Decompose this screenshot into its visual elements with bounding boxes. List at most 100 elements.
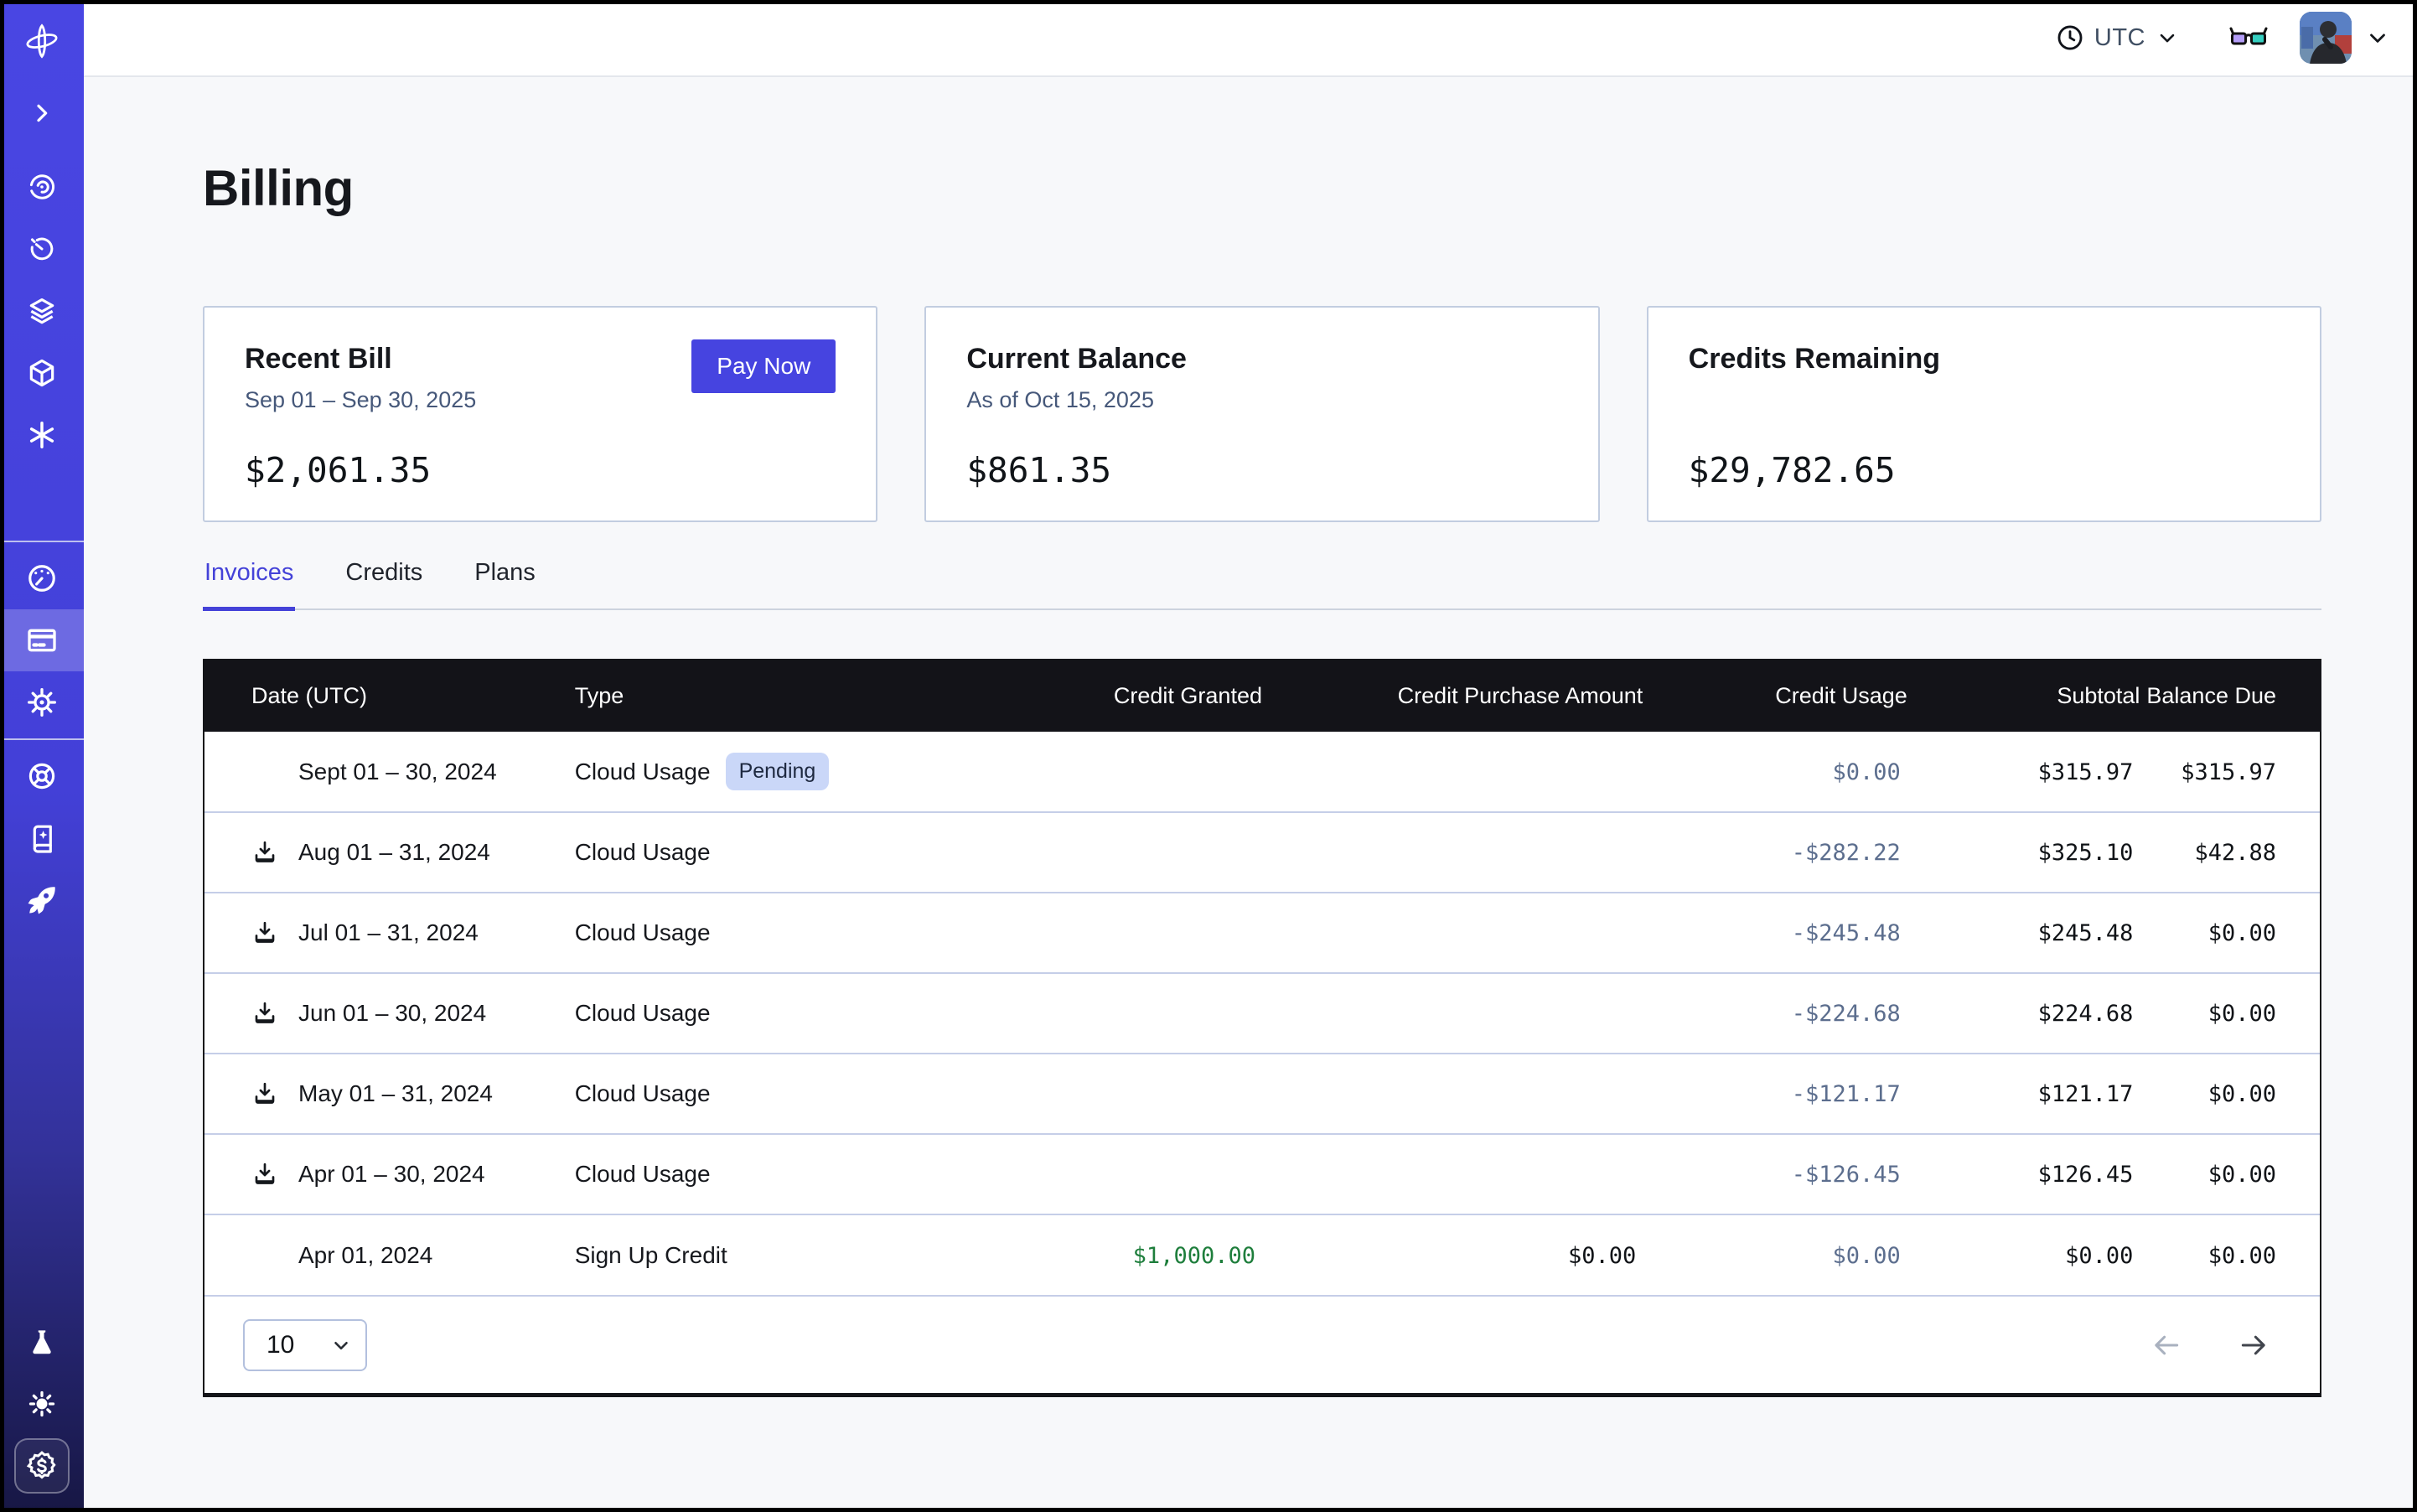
- invoice-date: Apr 01 – 30, 2024: [298, 1161, 485, 1188]
- page-size-select[interactable]: 10: [243, 1319, 367, 1371]
- invoice-date: May 01 – 31, 2024: [298, 1080, 493, 1107]
- app-logo[interactable]: [0, 0, 84, 82]
- page-title: Billing: [203, 159, 2321, 217]
- invoices-table: Date (UTC)TypeCredit GrantedCredit Purch…: [203, 659, 2321, 1397]
- timezone-label: UTC: [2094, 24, 2145, 52]
- subtotal-cell: $126.45: [1907, 1134, 2140, 1214]
- pay-now-button[interactable]: Pay Now: [691, 339, 836, 393]
- balance-due-cell: $315.97: [2140, 732, 2320, 812]
- invoice-date-cell: Jul 01 – 31, 2024: [204, 893, 575, 973]
- sidebar-expand-button[interactable]: [0, 82, 84, 144]
- card-title: Current Balance: [966, 343, 1187, 375]
- balance-due-cell: $42.88: [2140, 812, 2320, 893]
- balance-due-value: $0.00: [2208, 1162, 2276, 1188]
- nav-usage[interactable]: [0, 547, 84, 609]
- layers-icon: [26, 295, 58, 327]
- reader-glasses-button[interactable]: [2229, 24, 2268, 51]
- subtotal-value: $315.97: [2038, 759, 2134, 785]
- status-badge-pending: Pending: [726, 753, 830, 790]
- column-header-credit-usage: Credit Usage: [1643, 660, 1907, 732]
- balance-due-value: $0.00: [2208, 1243, 2276, 1269]
- recent-bill-card: Recent Bill Sep 01 – Sep 30, 2025 Pay No…: [203, 306, 877, 522]
- gear-icon: [26, 686, 58, 718]
- billing-page: Billing Recent Bill Sep 01 – Sep 30, 202…: [84, 77, 2417, 1512]
- sidebar-group-main: [0, 156, 84, 536]
- credit-usage-cell: $0.00: [1643, 732, 1907, 812]
- credit-usage-value: -$126.45: [1792, 1162, 1901, 1188]
- tab-credits[interactable]: Credits: [344, 559, 424, 608]
- credit-usage-cell: -$126.45: [1643, 1134, 1907, 1214]
- gauge-icon: [26, 562, 58, 594]
- nav-docs[interactable]: [0, 807, 84, 869]
- nav-observability[interactable]: [0, 156, 84, 218]
- balance-due-cell: $0.00: [2140, 1134, 2320, 1214]
- nav-support[interactable]: [0, 745, 84, 807]
- nav-settings[interactable]: [0, 671, 84, 733]
- timezone-selector[interactable]: UTC: [2056, 23, 2179, 52]
- sidebar-group-collapse: [0, 82, 84, 144]
- pagination: [2150, 1329, 2269, 1361]
- nav-getting-started[interactable]: [0, 869, 84, 931]
- nav-services[interactable]: [0, 404, 84, 466]
- nav-billing[interactable]: [0, 609, 84, 671]
- download-invoice-button[interactable]: [251, 1080, 278, 1107]
- subtotal-cell: $224.68: [1907, 973, 2140, 1054]
- recent-bill-amount: $2,061.35: [245, 450, 836, 490]
- user-menu[interactable]: [2300, 12, 2390, 64]
- balance-due-value: $0.00: [2208, 1081, 2276, 1107]
- table-footer: 10: [204, 1295, 2320, 1393]
- subtotal-value: $0.00: [2065, 1243, 2133, 1269]
- balance-due-cell: $0.00: [2140, 893, 2320, 973]
- sidebar-group-logo: [0, 0, 84, 82]
- invoice-row: May 01 – 31, 2024Cloud Usage-$121.17$121…: [204, 1054, 2320, 1134]
- subtotal-value: $224.68: [2038, 1001, 2134, 1027]
- balance-due-value: $0.00: [2208, 920, 2276, 946]
- balance-due-value: $0.00: [2208, 1001, 2276, 1027]
- invoice-type: Cloud Usage: [575, 1000, 711, 1027]
- avatar: [2300, 12, 2352, 64]
- credit-purchase-amount-cell: [1262, 812, 1643, 893]
- nav-layers[interactable]: [0, 280, 84, 342]
- chevron-down-icon: [2365, 25, 2390, 50]
- flask-icon: [28, 1328, 56, 1356]
- chevron-right-icon: [28, 100, 55, 127]
- credits-remaining-amount: $29,782.65: [1689, 450, 2280, 490]
- credit-purchase-amount-cell: [1262, 732, 1643, 812]
- badge-dollar-icon: [25, 1449, 59, 1483]
- download-invoice-button[interactable]: [251, 839, 278, 866]
- credit-granted-cell: [934, 812, 1262, 893]
- nav-history[interactable]: [0, 218, 84, 280]
- credit-purchase-amount-cell: [1262, 973, 1643, 1054]
- subtotal-value: $245.48: [2038, 920, 2134, 946]
- subtotal-cell: $245.48: [1907, 893, 2140, 973]
- credit-purchase-amount-cell: [1262, 1134, 1643, 1214]
- invoice-type: Cloud Usage: [575, 919, 711, 946]
- next-page-button[interactable]: [2238, 1329, 2269, 1361]
- nav-theme-toggle[interactable]: [0, 1373, 84, 1435]
- credits-remaining-card: Credits Remaining $29,782.65: [1647, 306, 2321, 522]
- sun-icon: [27, 1389, 57, 1419]
- credit-purchase-amount-value: $0.00: [1568, 1243, 1636, 1269]
- column-header-credit-granted: Credit Granted: [934, 660, 1262, 732]
- page-size-value: 10: [267, 1331, 294, 1359]
- card-title: Credits Remaining: [1689, 343, 1940, 375]
- download-invoice-button[interactable]: [251, 919, 278, 946]
- balance-due-cell: $0.00: [2140, 1054, 2320, 1134]
- invoice-date: Jun 01 – 30, 2024: [298, 1000, 486, 1027]
- invoice-type: Cloud Usage: [575, 1161, 711, 1188]
- sidebar-group-help: [0, 745, 84, 931]
- credit-granted-cell: [934, 973, 1262, 1054]
- credit-purchase-amount-cell: $0.00: [1262, 1214, 1643, 1295]
- nav-resources[interactable]: [0, 342, 84, 404]
- credit-usage-value: -$121.17: [1792, 1081, 1901, 1107]
- download-invoice-button[interactable]: [251, 1161, 278, 1188]
- invoice-date-cell: Apr 01, 2024: [204, 1214, 575, 1295]
- download-invoice-button[interactable]: [251, 1000, 278, 1027]
- invoice-date-cell: Aug 01 – 31, 2024: [204, 812, 575, 893]
- nav-labs[interactable]: [0, 1311, 84, 1373]
- invoice-row: Sept 01 – 30, 2024Cloud UsagePending$0.0…: [204, 732, 2320, 812]
- nav-earn-credits[interactable]: [0, 1435, 84, 1497]
- tab-invoices[interactable]: Invoices: [203, 559, 295, 608]
- prev-page-button[interactable]: [2150, 1329, 2182, 1361]
- tab-plans[interactable]: Plans: [473, 559, 537, 608]
